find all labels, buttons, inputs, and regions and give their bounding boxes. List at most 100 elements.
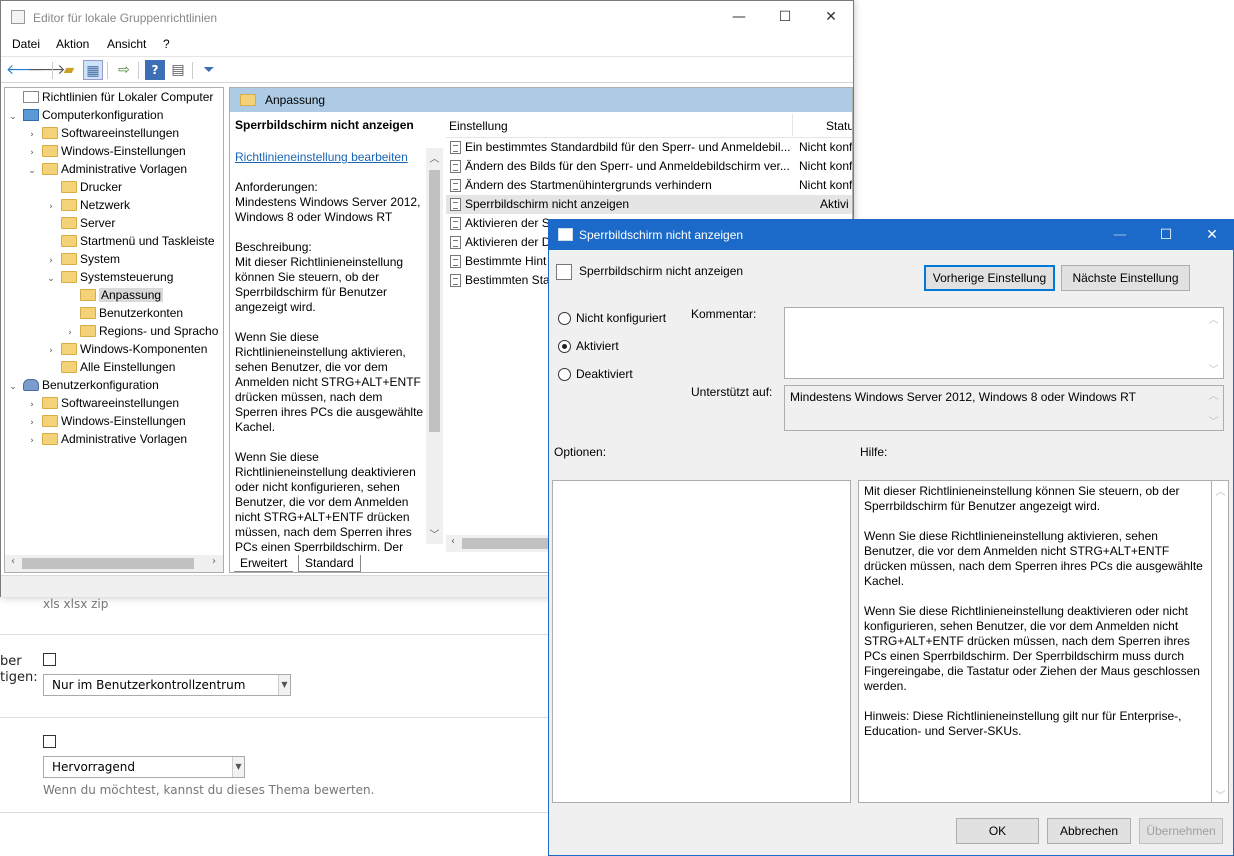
scroll-right-icon[interactable]: › (207, 556, 221, 567)
column-status[interactable]: Statu (826, 119, 852, 133)
scroll-left-icon[interactable]: ‹ (6, 556, 20, 567)
chevron-down-icon[interactable]: ⌄ (7, 108, 19, 126)
tree-item-administrative-vorlagen[interactable]: ⌄ Administrative Vorlagen (26, 160, 187, 178)
edit-policy-link[interactable]: Richtlinieneinstellung bearbeiten (235, 150, 425, 164)
tree-item-regions-sprach[interactable]: › Regions- und Spracho (64, 322, 218, 340)
policy-setting-icon (450, 179, 461, 192)
chevron-down-icon[interactable]: ⌄ (7, 378, 19, 396)
menu-datei[interactable]: Datei (12, 37, 40, 51)
help-icon[interactable]: ? (145, 60, 165, 80)
scroll-down-icon[interactable]: ﹀ (1205, 413, 1222, 428)
up-folder-icon[interactable]: ▰ (59, 60, 79, 80)
scroll-up-icon[interactable]: ︿ (1205, 387, 1222, 402)
scroll-up-icon[interactable]: ︿ (1205, 311, 1222, 326)
scrollbar-thumb[interactable] (462, 538, 552, 549)
menu-help[interactable]: ? (163, 37, 170, 51)
show-hide-tree-icon[interactable]: ▦ (83, 60, 103, 80)
tree-item-label: Alle Einstellungen (80, 360, 176, 374)
tree-horizontal-scrollbar[interactable]: ‹ › (5, 555, 223, 572)
comment-label: Kommentar: (691, 307, 757, 321)
tree-item-windows-einstellungen[interactable]: › Windows-Einstellungen (26, 142, 186, 160)
tab-erweitert[interactable]: Erweitert (234, 555, 294, 572)
tab-standard[interactable]: Standard (298, 555, 361, 572)
list-row[interactable]: Ändern des Bilds für den Sperr- und Anme… (446, 157, 852, 176)
notify-checkbox[interactable] (43, 653, 56, 666)
tree-item-windows-komponenten[interactable]: › Windows-Komponenten (45, 340, 207, 358)
close-button[interactable]: ✕ (808, 1, 854, 33)
radio-circle[interactable] (558, 312, 571, 325)
scroll-down-icon[interactable]: ﹀ (1205, 361, 1222, 376)
tree-item-label: Windows-Einstellungen (61, 144, 186, 158)
next-setting-button[interactable]: Nächste Einstellung (1061, 265, 1190, 291)
list-row[interactable]: Ein bestimmtes Standardbild für den Sper… (446, 138, 852, 157)
tree-item-label: Richtlinien für Lokaler Computer (42, 90, 214, 104)
tree-item-system[interactable]: › System (45, 250, 120, 268)
scroll-up-icon[interactable]: ︿ (426, 150, 443, 165)
cancel-button[interactable]: Abbrechen (1047, 818, 1131, 844)
policy-setting-dialog: Sperrbildschirm nicht anzeigen — ☐ ✕ Spe… (548, 219, 1234, 856)
minimize-button[interactable]: — (716, 1, 762, 33)
tree-item-computerkonfiguration[interactable]: ⌄ Computerkonfiguration (7, 106, 163, 124)
description-scrollbar[interactable]: ︿ ﹀ (426, 148, 443, 544)
tree-item-systemsteuerung[interactable]: ⌄ Systemsteuerung (45, 268, 173, 286)
chevron-down-icon[interactable]: ⌄ (45, 270, 57, 288)
toolbar-separator (52, 62, 53, 79)
column-divider[interactable] (792, 114, 793, 136)
scroll-down-icon[interactable]: ﹀ (1212, 787, 1229, 802)
rating-select[interactable]: Hervorragend ▼ (43, 756, 245, 778)
chevron-right-icon[interactable]: › (26, 432, 38, 450)
properties-icon[interactable]: ▤ (168, 60, 188, 80)
tree-pane: Richtlinien für Lokaler Computer ⌄ Comput… (4, 87, 224, 573)
back-arrow-icon[interactable]: 🡐 (6, 60, 44, 80)
section-title: Anpassung (265, 93, 326, 107)
tree-item-startmenue[interactable]: Startmenü und Taskleiste (45, 232, 215, 250)
scrollbar-thumb[interactable] (429, 170, 440, 432)
tree-item-benutzerkonfiguration[interactable]: ⌄ Benutzerkonfiguration (7, 376, 159, 394)
tree-item-softwareeinstellungen[interactable]: › Softwareeinstellungen (26, 124, 179, 142)
tree-item-server[interactable]: Server (45, 214, 115, 232)
column-einstellung[interactable]: Einstellung (449, 119, 508, 133)
folder-icon (61, 343, 77, 355)
menu-aktion[interactable]: Aktion (56, 37, 89, 51)
tree-item-benutzerkonten[interactable]: Benutzerkonten (64, 304, 183, 322)
ok-button[interactable]: OK (956, 818, 1039, 844)
tree-item-anpassung[interactable]: Anpassung (64, 286, 164, 304)
export-list-icon[interactable]: ⇨ (114, 60, 134, 80)
maximize-button[interactable]: ☐ (1143, 220, 1189, 250)
computer-icon (23, 109, 39, 121)
tree-item-user-administrative-vorlagen[interactable]: › Administrative Vorlagen (26, 430, 187, 448)
tree-item-drucker[interactable]: Drucker (45, 178, 122, 196)
scroll-left-icon[interactable]: ‹ (446, 536, 460, 547)
rating-checkbox[interactable] (43, 735, 56, 748)
tree-item-user-softwareeinstellungen[interactable]: › Softwareeinstellungen (26, 394, 179, 412)
forward-arrow-icon[interactable]: 🡒 (28, 60, 66, 80)
filter-icon[interactable]: ⏷ (199, 60, 219, 80)
policy-setting-icon (450, 160, 461, 173)
apply-button: Übernehmen (1139, 818, 1223, 844)
radio-circle[interactable] (558, 368, 571, 381)
comment-textarea[interactable] (784, 307, 1224, 379)
close-button[interactable]: ✕ (1189, 220, 1234, 250)
maximize-button[interactable]: ☐ (762, 1, 808, 33)
comment-scrollbar[interactable]: ︿ ﹀ (1205, 309, 1222, 377)
tree-item-alle-einstellungen[interactable]: Alle Einstellungen (45, 358, 175, 376)
list-row[interactable]: Ändern des Startmenühintergrunds verhind… (446, 176, 852, 195)
description-text: Beschreibung: Mit dieser Richtlinieneins… (235, 240, 404, 314)
notification-select[interactable]: Nur im Benutzerkontrollzentrum ▼ (43, 674, 291, 696)
list-row-selected[interactable]: Sperrbildschirm nicht anzeigen Aktivi (446, 195, 852, 214)
tree-item-root[interactable]: Richtlinien für Lokaler Computer (7, 88, 213, 106)
section-header: Anpassung (230, 88, 852, 112)
menu-ansicht[interactable]: Ansicht (107, 37, 146, 51)
help-scrollbar[interactable]: ︿ ﹀ (1212, 480, 1229, 803)
scrollbar-thumb[interactable] (22, 558, 194, 569)
tree-item-label: Administrative Vorlagen (61, 432, 188, 446)
requirements-text: Anforderungen: Mindestens Windows Server… (235, 180, 421, 224)
supported-scrollbar[interactable]: ︿ ﹀ (1205, 387, 1222, 429)
scroll-down-icon[interactable]: ﹀ (426, 526, 443, 541)
tree-item-user-windows-einstellungen[interactable]: › Windows-Einstellungen (26, 412, 186, 430)
chevron-down-icon[interactable]: ⌄ (26, 162, 38, 180)
scroll-up-icon[interactable]: ︿ (1212, 483, 1229, 498)
previous-setting-button[interactable]: Vorherige Einstellung (924, 265, 1055, 291)
tree-item-netzwerk[interactable]: › Netzwerk (45, 196, 130, 214)
radio-circle-selected[interactable] (558, 340, 571, 353)
